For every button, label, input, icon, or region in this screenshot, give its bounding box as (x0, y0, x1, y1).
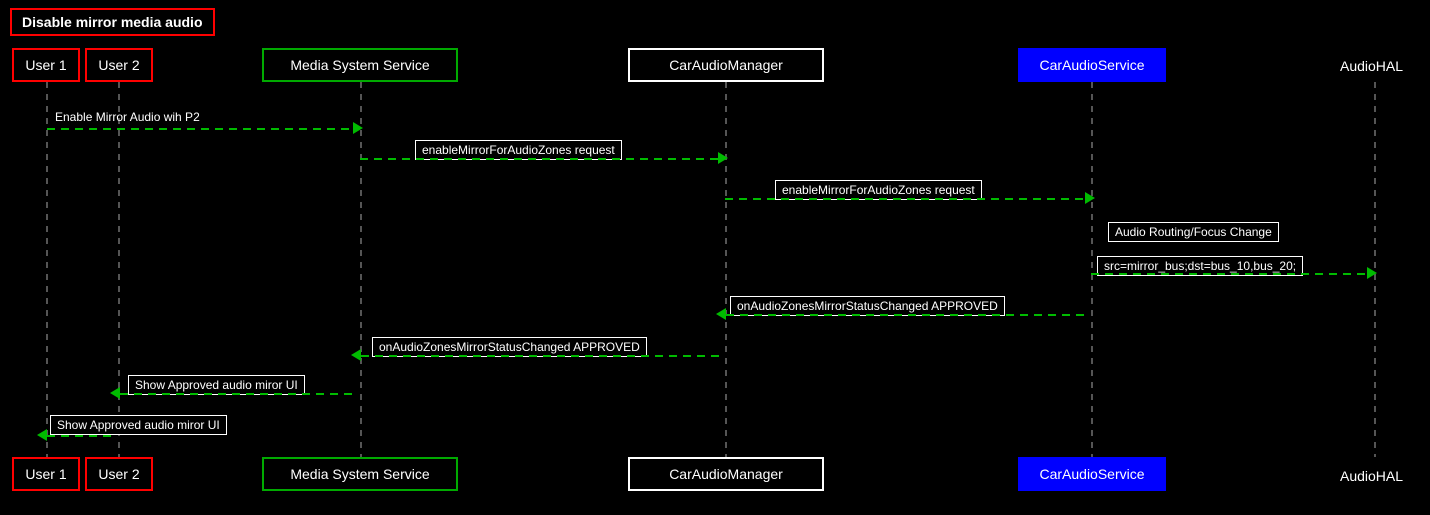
actor-media-bottom: Media System Service (262, 457, 458, 491)
actor-user1-top: User 1 (12, 48, 80, 82)
title-text: Disable mirror media audio (22, 14, 203, 30)
lifeline-cam (725, 82, 727, 457)
msg-arrow-3 (725, 198, 1089, 200)
sequence-diagram: Disable mirror media audio User 1 User 2… (0, 0, 1430, 515)
msg-arrow-2 (360, 158, 722, 160)
msg-arrow-5 (726, 314, 1088, 316)
lifeline-user2 (118, 82, 120, 457)
actor-user1-bottom: User 1 (12, 457, 80, 491)
actor-user2-bottom-label: User 2 (98, 466, 139, 482)
actor-audiohal-top-label: AudioHAL (1340, 58, 1403, 74)
actor-cam-top: CarAudioManager (628, 48, 824, 82)
actor-media-top: Media System Service (262, 48, 458, 82)
msg-label-4a: Audio Routing/Focus Change (1108, 222, 1279, 242)
msg-arrow-5-head (716, 308, 726, 320)
title-box: Disable mirror media audio (10, 8, 215, 36)
actor-media-top-label: Media System Service (290, 57, 429, 73)
lifeline-media (360, 82, 362, 457)
msg-arrow-4 (1091, 273, 1371, 275)
actor-user1-top-label: User 1 (25, 57, 66, 73)
msg-arrow-6-head (351, 349, 361, 361)
msg-arrow-1-head (353, 122, 363, 134)
actor-cas-bottom: CarAudioService (1018, 457, 1166, 491)
lifeline-user1 (46, 82, 48, 457)
msg-arrow-2-head (718, 152, 728, 164)
actor-audiohal-bottom: AudioHAL (1340, 468, 1403, 484)
actor-user1-bottom-label: User 1 (25, 466, 66, 482)
msg-label-8: Show Approved audio miror UI (50, 415, 227, 435)
msg-arrow-3-head (1085, 192, 1095, 204)
msg-label-3: enableMirrorForAudioZones request (775, 180, 982, 200)
actor-media-bottom-label: Media System Service (290, 466, 429, 482)
actor-cam-bottom: CarAudioManager (628, 457, 824, 491)
msg-arrow-6 (361, 355, 723, 357)
actor-cas-bottom-label: CarAudioService (1039, 466, 1144, 482)
msg-label-7: Show Approved audio miror UI (128, 375, 305, 395)
actor-user2-top-label: User 2 (98, 57, 139, 73)
actor-cas-top: CarAudioService (1018, 48, 1166, 82)
msg-arrow-7-head (110, 387, 120, 399)
msg-label-6: onAudioZonesMirrorStatusChanged APPROVED (372, 337, 647, 357)
lifeline-cas (1091, 82, 1093, 457)
actor-audiohal-bottom-label: AudioHAL (1340, 468, 1403, 484)
actor-cas-top-label: CarAudioService (1039, 57, 1144, 73)
msg-label-2: enableMirrorForAudioZones request (415, 140, 622, 160)
msg-arrow-1 (47, 128, 357, 130)
actor-user2-bottom: User 2 (85, 457, 153, 491)
actor-cam-top-label: CarAudioManager (669, 57, 783, 73)
msg-label-5: onAudioZonesMirrorStatusChanged APPROVED (730, 296, 1005, 316)
msg-arrow-8 (47, 435, 117, 437)
msg-arrow-8-head (37, 429, 47, 441)
msg-arrow-4-head (1367, 267, 1377, 279)
msg-label-1: Enable Mirror Audio wih P2 (55, 110, 200, 124)
actor-user2-top: User 2 (85, 48, 153, 82)
msg-arrow-7 (120, 393, 358, 395)
actor-cam-bottom-label: CarAudioManager (669, 466, 783, 482)
actor-audiohal-top: AudioHAL (1340, 58, 1403, 74)
